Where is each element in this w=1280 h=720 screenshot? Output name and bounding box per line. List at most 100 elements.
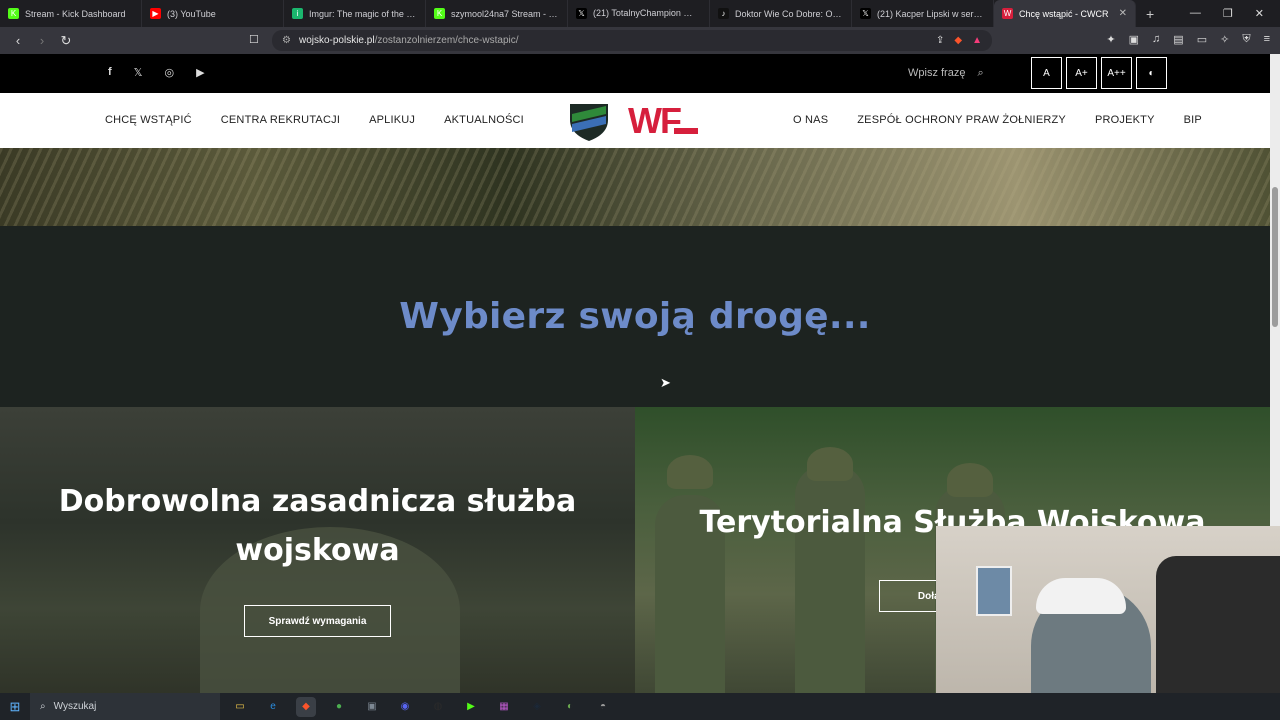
forward-icon[interactable]: › — [32, 33, 52, 48]
kick-studio-icon[interactable]: ▶ — [461, 697, 481, 717]
steam-icon[interactable]: ◈ — [527, 697, 547, 717]
x-icon: 𝕏 — [576, 8, 587, 19]
soldier-figure — [795, 465, 865, 693]
sidebar-icon[interactable]: ▤ — [1173, 33, 1183, 46]
taskbar-apps: ▭ e ◆ ● ▣ ◉ ◍ ▶ ▦ ◈ ◐ ◓ — [220, 696, 613, 717]
file-explorer-icon[interactable]: ▭ — [230, 697, 250, 717]
font-larger-button[interactable]: A++ — [1101, 57, 1132, 89]
nav-link[interactable]: PROJEKTY — [1095, 114, 1155, 126]
restore-icon[interactable]: ❐ — [1223, 7, 1233, 20]
browser-tab[interactable]: ▶ (3) YouTube — [142, 0, 284, 27]
facebook-icon[interactable]: f — [108, 66, 112, 79]
scrollbar-thumb[interactable] — [1272, 187, 1278, 327]
tab-title: (21) TotalnyChampion 👑🥊 w — [593, 8, 701, 18]
minimize-icon[interactable]: — — [1190, 7, 1201, 20]
site-search[interactable]: Wpisz frazę ⌕ — [908, 67, 984, 80]
browser-tab-bar: + — ❐ ✕ K Stream - Kick Dashboard ▶ (3) You… — [0, 0, 1280, 27]
contrast-button[interactable]: ◐ — [1136, 57, 1167, 89]
brave-shields-icon[interactable]: ◆ — [954, 35, 962, 46]
chrome-icon[interactable]: ● — [329, 697, 349, 717]
site-logo[interactable]: W F — [568, 100, 704, 145]
tab-title: Chcę wstąpić - CWCR — [1019, 8, 1109, 19]
svg-text:F: F — [660, 100, 682, 141]
nav-right: O NAS ZESPÓŁ OCHRONY PRAW ŻOŁNIERZY PROJEK… — [793, 114, 1202, 126]
tiktok-icon: ♪ — [718, 8, 729, 19]
obs-icon[interactable]: ◍ — [428, 697, 448, 717]
back-icon[interactable]: ‹ — [8, 33, 28, 48]
search-icon[interactable]: ⌕ — [977, 67, 983, 80]
address-bar-row: ‹ › ↻ ☐ ⚙ wojsko-polskie.pl/zostanzolnie… — [0, 27, 1280, 54]
nav-link[interactable]: BIP — [1184, 114, 1202, 126]
windows-start-icon[interactable]: ⊞ — [0, 699, 30, 715]
hero-image — [0, 148, 1270, 226]
media-icon[interactable]: ♫ — [1152, 33, 1160, 46]
app-icon[interactable]: ▦ — [494, 697, 514, 717]
svg-text:W: W — [628, 100, 662, 141]
kick-icon: K — [8, 8, 19, 19]
close-window-icon[interactable]: ✕ — [1255, 7, 1264, 20]
helmet-figure — [947, 463, 993, 497]
brave-rewards-icon[interactable]: ▲ — [972, 35, 982, 46]
browser-tab[interactable]: W Chcę wstąpić - CWCR ✕ — [994, 0, 1136, 27]
nav-link[interactable]: CHCĘ WSTĄPIĆ — [105, 114, 192, 126]
url-field[interactable]: ⚙ wojsko-polskie.pl/zostanzolnierzem/chc… — [272, 30, 992, 51]
kick-icon: K — [434, 8, 445, 19]
x-twitter-icon[interactable]: 𝕏 — [134, 66, 143, 79]
nav-link[interactable]: ZESPÓŁ OCHRONY PRAW ŻOŁNIERZY — [857, 114, 1066, 126]
instagram-icon[interactable]: ◎ — [165, 66, 175, 79]
youtube-icon[interactable]: ▶ — [196, 66, 204, 79]
card-title: Dobrowolna zasadnicza służba wojskowa — [0, 477, 635, 575]
tab-title: (3) YouTube — [167, 8, 216, 19]
helmet-figure — [807, 447, 853, 481]
accessibility-controls: A A+ A++ ◐ — [1031, 57, 1167, 89]
search-icon: ⌕ — [40, 701, 46, 712]
nav-link[interactable]: AKTUALNOŚCI — [444, 114, 524, 126]
browser-tab[interactable]: Kszymool24na7 Stream - Watch — [426, 0, 568, 27]
card-voluntary-service[interactable]: Dobrowolna zasadnicza służba wojskowa Sp… — [0, 407, 635, 693]
nav-link[interactable]: O NAS — [793, 114, 828, 126]
menu-icon[interactable]: ≡ — [1264, 33, 1270, 46]
edge-icon[interactable]: e — [263, 697, 283, 717]
discord-icon[interactable]: ◉ — [395, 697, 415, 717]
share-icon[interactable]: ⇪ — [936, 35, 944, 46]
cwcr-icon: W — [1002, 8, 1013, 19]
app-icon[interactable]: ◐ — [560, 697, 580, 717]
brave-icon[interactable]: ◆ — [296, 696, 316, 717]
taskbar-search[interactable]: ⌕ Wyszukaj — [30, 693, 220, 720]
font-large-button[interactable]: A+ — [1066, 57, 1097, 89]
app-icon[interactable]: ◓ — [593, 697, 613, 717]
browser-tab[interactable]: i Imgur: The magic of the Intern — [284, 0, 426, 27]
x-icon: 𝕏 — [860, 8, 871, 19]
browser-toolbar: ✦ ▣ ♫ ▤ ▭ ✧ ⛨ ≡ — [1106, 33, 1270, 46]
screenshot-icon[interactable]: ▣ — [1129, 33, 1139, 46]
leo-ai-icon[interactable]: ✧ — [1220, 33, 1229, 46]
nav-link[interactable]: CENTRA REKRUTACJI — [221, 114, 340, 126]
app-icon[interactable]: ▣ — [362, 697, 382, 717]
url-path: /zostanzolnierzem/chce-wstapic/ — [374, 35, 519, 46]
font-normal-button[interactable]: A — [1031, 57, 1062, 89]
nav-link[interactable]: APLIKUJ — [369, 114, 415, 126]
search-input[interactable]: Wpisz frazę — [908, 67, 965, 80]
wallet-icon[interactable]: ▭ — [1197, 33, 1207, 46]
browser-tab[interactable]: ♪ Doktor Wie Co Dobre: Ozdrow — [710, 0, 852, 27]
bookmark-icon[interactable]: ☐ — [249, 33, 259, 46]
browser-tab[interactable]: 𝕏 (21) TotalnyChampion 👑🥊 w — [568, 0, 710, 27]
reload-icon[interactable]: ↻ — [56, 33, 76, 49]
taskbar: ⊞ ⌕ Wyszukaj ▭ e ◆ ● ▣ ◉ ◍ ▶ ▦ ◈ ◐ ◓ — [0, 693, 1280, 720]
vpn-icon[interactable]: ⛨ — [1242, 33, 1250, 46]
social-links: f 𝕏 ◎ ▶ — [108, 66, 205, 79]
url-domain: wojsko-polskie.pl — [298, 35, 375, 46]
browser-tab[interactable]: 𝕏 (21) Kacper Lipski w serwisie X — [852, 0, 994, 27]
youtube-icon: ▶ — [150, 8, 161, 19]
wall-poster — [976, 566, 1012, 616]
close-tab-icon[interactable]: ✕ — [1119, 8, 1127, 19]
extensions-icon[interactable]: ✦ — [1106, 33, 1115, 46]
check-requirements-button[interactable]: Sprawdź wymagania — [244, 605, 391, 637]
nav-left: CHCĘ WSTĄPIĆ CENTRA REKRUTACJI APLIKUJ AKTU… — [105, 114, 524, 126]
imgur-icon: i — [292, 8, 303, 19]
card-title-line: Dobrowolna zasadnicza służba — [58, 484, 577, 519]
browser-tab[interactable]: K Stream - Kick Dashboard — [0, 0, 142, 27]
tab-title: Stream - Kick Dashboard — [25, 8, 126, 19]
site-info-icon[interactable]: ⚙ — [282, 35, 291, 46]
new-tab-button[interactable]: + — [1136, 6, 1164, 22]
